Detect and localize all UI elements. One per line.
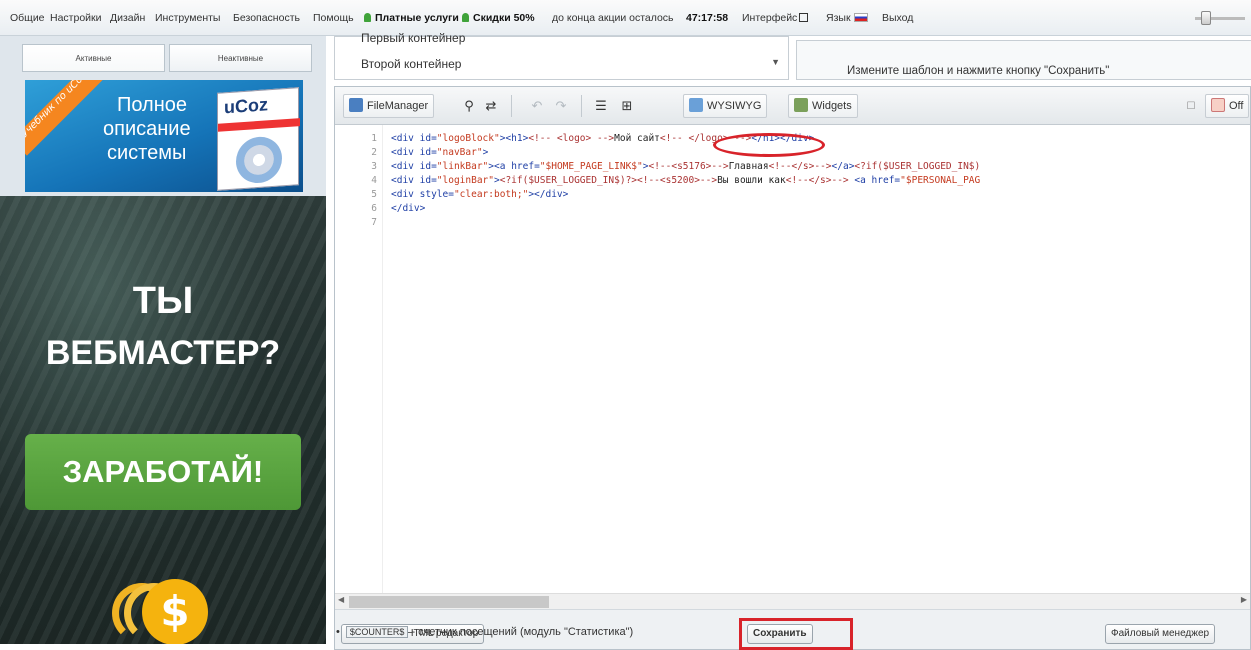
scroll-down-arrow-icon[interactable]: ▼ [771, 57, 780, 67]
menu-logout[interactable]: Выход [882, 12, 913, 24]
filemanager-label: FileManager [367, 100, 429, 112]
redo-icon[interactable]: ↷ [551, 96, 571, 116]
filemanager-button[interactable]: FileManager [343, 94, 435, 118]
hint-panel: Измените шаблон и нажмите кнопку "Сохран… [796, 40, 1251, 80]
code-area[interactable]: 1234567 <div id="logoBlock"><h1><!-- <lo… [335, 125, 1250, 593]
main-panel: Первый контейнер Второй контейнер ▼ Изме… [326, 31, 1251, 650]
off-label: Off [1229, 100, 1244, 112]
code-line[interactable]: <div id="loginBar"><?if($USER_LOGGED_IN$… [391, 175, 980, 186]
line-number: 7 [371, 217, 377, 228]
code-line[interactable]: </div> [391, 203, 425, 214]
tab-inactive[interactable]: Неактивные [169, 44, 312, 72]
ucoz-tutorial-banner[interactable]: Учебник по uCoz Полное описание системы … [25, 80, 303, 192]
code-line[interactable]: <div style="clear:both;"></div> [391, 189, 568, 200]
banner-line-1: Полное [117, 94, 188, 116]
code-line[interactable]: <div id="navBar"> [391, 147, 488, 158]
menu-tools[interactable]: Инструменты [155, 12, 220, 24]
menu-general[interactable]: Общие [10, 12, 45, 24]
menu-paid-label: Платные услуги [375, 12, 459, 24]
menu-design[interactable]: Дизайн [110, 12, 145, 24]
line-number: 5 [371, 189, 377, 200]
wysiwyg-icon [689, 98, 703, 112]
menu-settings[interactable]: Настройки [50, 12, 102, 24]
toolbar-separator [511, 95, 512, 117]
coin-icon [364, 13, 371, 22]
widgets-label: Widgets [812, 100, 852, 112]
tab-active[interactable]: Активные [22, 44, 165, 72]
cd-disc-icon [236, 135, 282, 185]
coin-face: $ [142, 579, 208, 644]
menu-paid-services[interactable]: Платные услуги [364, 12, 459, 24]
webmaster-banner[interactable]: ТЫ ВЕБМАСТЕР? ЗАРАБОТАЙ! $ [0, 196, 326, 644]
banner-headline-1: ТЫ [132, 280, 194, 322]
file-manager-button[interactable]: Файловый менеджер [1105, 624, 1216, 644]
off-toggle[interactable]: Off [1205, 94, 1250, 118]
menu-interface-label: Интерфейс [742, 12, 798, 24]
earn-button[interactable]: ЗАРАБОТАЙ! [25, 434, 301, 510]
wysiwyg-button[interactable]: WYSIWYG [683, 94, 768, 118]
line-numbers-icon[interactable]: ☰ [591, 96, 611, 116]
editor-toolbar: FileManager ⚲ ⇄ ↶ ↷ ☰ ⊞ WYSIWYG Widgets … [335, 87, 1250, 125]
find-binoculars-icon[interactable]: ⚲ [459, 96, 479, 116]
line-number: 1 [371, 133, 377, 144]
box-brand: uCoz [224, 94, 268, 118]
top-menu-bar: Общие Настройки Дизайн Инструменты Безоп… [0, 0, 1251, 36]
undo-icon[interactable]: ↶ [527, 96, 547, 116]
scroll-right-icon[interactable]: ▶ [1241, 595, 1247, 604]
width-slider[interactable] [1195, 10, 1245, 26]
hint-text: Измените шаблон и нажмите кнопку "Сохран… [847, 65, 1110, 77]
replace-icon[interactable]: ⇄ [481, 96, 501, 116]
line-number: 2 [371, 147, 377, 158]
widgets-button[interactable]: Widgets [788, 94, 858, 118]
line-number: 3 [371, 161, 377, 172]
menu-interface[interactable]: Интерфейс [742, 12, 809, 24]
annotation-circle [713, 133, 825, 157]
product-box-image: uCoz [217, 87, 300, 191]
counter-tag[interactable]: $COUNTER$ [345, 626, 409, 638]
coin-icon [462, 13, 469, 22]
ad-tabs: Активные Неактивные [22, 44, 312, 74]
line-number-gutter: 1 2 3 4 5 6 7 [335, 125, 383, 593]
dollar-coin-icon: $ [112, 579, 222, 644]
menu-discount-label: Скидки 50% [473, 12, 535, 24]
left-column: Активные Неактивные Учебник по uCoz Полн… [0, 36, 326, 644]
template-editor: FileManager ⚲ ⇄ ↶ ↷ ☰ ⊞ WYSIWYG Widgets … [334, 86, 1251, 650]
russian-flag-icon [853, 13, 868, 22]
widgets-icon [794, 98, 808, 112]
code-line[interactable]: <div id="linkBar"><a href="$HOME_PAGE_LI… [391, 161, 980, 172]
scroll-thumb[interactable] [349, 596, 549, 608]
menu-security[interactable]: Безопасность [233, 12, 300, 24]
banner-headline-2: ВЕБМАСТЕР? [45, 334, 281, 372]
line-number: 6 [371, 203, 377, 214]
save-button[interactable]: Сохранить [747, 624, 813, 644]
menu-help[interactable]: Помощь [313, 12, 354, 24]
toolbar-separator [581, 95, 582, 117]
footer-note: • $COUNTER$ - счетчик посещений (модуль "… [336, 626, 634, 638]
wysiwyg-label: WYSIWYG [707, 100, 762, 112]
footer-text: - счетчик посещений (модуль "Статистика"… [411, 626, 634, 638]
horizontal-scrollbar[interactable]: ◀ ▶ [335, 593, 1250, 609]
checkbox[interactable]: ☐ [1181, 96, 1201, 116]
power-icon [1211, 98, 1225, 112]
promo-timer: 47:17:58 [686, 12, 729, 24]
container-option-2[interactable]: Второй контейнер [361, 57, 461, 71]
menu-discount[interactable]: Скидки 50% [462, 12, 535, 24]
promo-prefix: до конца акции осталось [552, 12, 674, 24]
slider-knob[interactable] [1201, 11, 1211, 25]
window-icon [799, 13, 809, 22]
scroll-left-icon[interactable]: ◀ [338, 595, 344, 604]
container-option-1[interactable]: Первый контейнер [361, 31, 465, 45]
box-stripe [218, 118, 300, 132]
menu-language[interactable]: Язык [826, 12, 868, 24]
line-number: 4 [371, 175, 377, 186]
folder-icon [349, 98, 363, 112]
banner-ribbon: Учебник по uCoz [25, 80, 105, 156]
banner-line-2: описание [103, 118, 191, 140]
banner-line-3: системы [107, 142, 187, 164]
code-view-icon[interactable]: ⊞ [617, 96, 637, 116]
menu-language-label: Язык [826, 12, 851, 24]
container-select-list[interactable]: Первый контейнер Второй контейнер ▼ [334, 31, 789, 80]
